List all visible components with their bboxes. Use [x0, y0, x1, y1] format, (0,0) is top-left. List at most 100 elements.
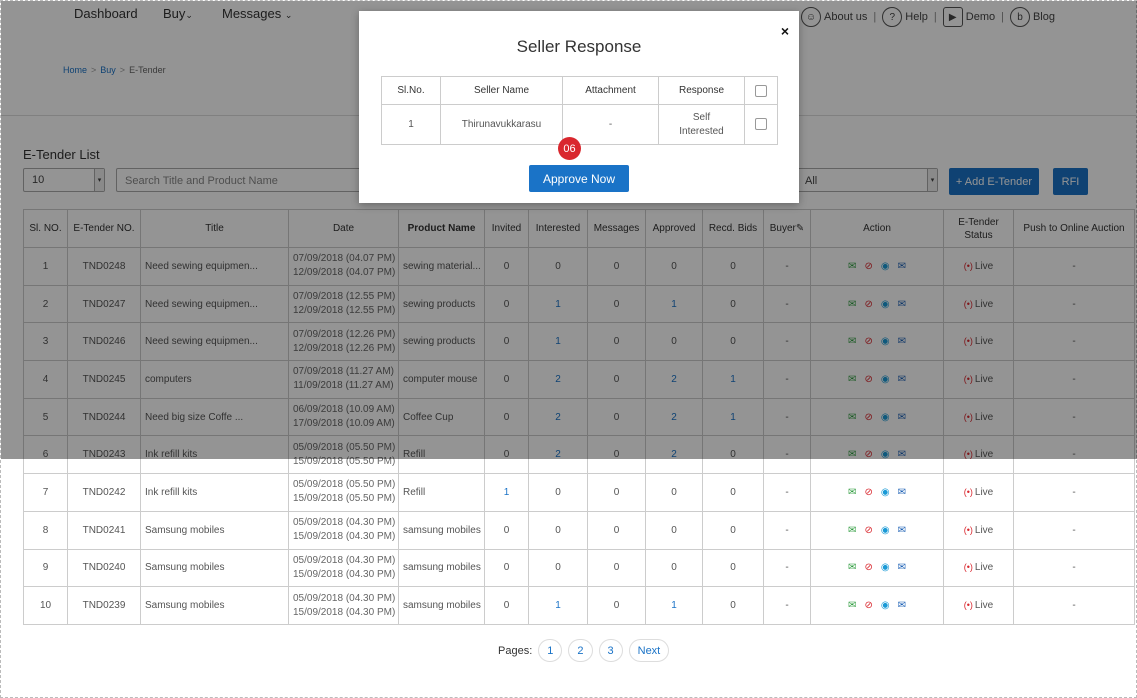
- row-actions: ✉ ⊘ ◉ ✉: [810, 548, 944, 588]
- row-slno: 7: [23, 473, 68, 512]
- row-status: (•) Live: [943, 586, 1014, 625]
- row-buyer: -: [763, 473, 811, 512]
- table-row[interactable]: 10 TND0239 Samsung mobiles 05/09/2018 (04.3…: [23, 586, 1135, 625]
- row-checkbox[interactable]: [755, 117, 767, 130]
- row-invited-count[interactable]: 1: [484, 473, 529, 512]
- pagination: Pages: 1 2 3 Next: [498, 639, 670, 662]
- row-invited-count: 0: [484, 548, 529, 588]
- row-push-auction: -: [1013, 473, 1135, 512]
- eye-icon[interactable]: ◉: [881, 600, 890, 611]
- page-1-button[interactable]: 1: [538, 639, 563, 662]
- cancel-icon[interactable]: ⊘: [864, 487, 872, 498]
- row-recd-count: 0: [702, 548, 764, 588]
- broadcast-icon: (•): [963, 600, 973, 611]
- seller-name: Thirunavukkarasu: [440, 104, 563, 145]
- row-status: (•) Live: [943, 510, 1014, 550]
- row-recd-count: 0: [702, 473, 764, 512]
- row-slno: 8: [23, 510, 68, 550]
- row-push-auction: -: [1013, 586, 1135, 625]
- select-all-checkbox[interactable]: [755, 84, 767, 97]
- table-row[interactable]: 8 TND0241 Samsung mobiles 05/09/2018 (04.30…: [23, 510, 1135, 550]
- row-title: Samsung mobiles: [140, 586, 289, 625]
- row-date: 05/09/2018 (05.50 PM) 15/09/2018 (05.50 P…: [288, 473, 399, 512]
- col-response: Response: [658, 76, 745, 105]
- row-messages-count: 0: [587, 510, 646, 550]
- seller-response-table: Sl.No. Seller Name Attachment Response 1…: [381, 76, 778, 145]
- row-buyer: -: [763, 510, 811, 550]
- status-badge: Live: [974, 562, 994, 574]
- row-status: (•) Live: [943, 548, 1014, 588]
- row-actions: ✉ ⊘ ◉ ✉: [810, 586, 944, 625]
- response-value: Self Interested: [658, 104, 745, 145]
- table-row[interactable]: 7 TND0242 Ink refill kits 05/09/2018 (05.50…: [23, 473, 1135, 512]
- row-start-date: 05/09/2018 (04.30 PM): [293, 592, 396, 604]
- seller-response-modal: Seller Response × Sl.No. Seller Name Att…: [359, 11, 799, 203]
- open-mail-icon[interactable]: ✉: [898, 562, 906, 573]
- page-3-button[interactable]: 3: [598, 639, 623, 662]
- status-badge: Live: [974, 524, 994, 536]
- row-invited-count: 0: [484, 510, 529, 550]
- open-mail-icon[interactable]: ✉: [898, 600, 906, 611]
- broadcast-icon: (•): [963, 486, 973, 497]
- row-messages-count: 0: [587, 473, 646, 512]
- row-select-cell: [744, 104, 778, 145]
- mail-icon[interactable]: ✉: [848, 600, 856, 611]
- cancel-icon[interactable]: ⊘: [864, 525, 872, 536]
- row-push-auction: -: [1013, 548, 1135, 588]
- cancel-icon[interactable]: ⊘: [864, 600, 872, 611]
- mail-icon[interactable]: ✉: [848, 525, 856, 536]
- table-row[interactable]: 9 TND0240 Samsung mobiles 05/09/2018 (04.30…: [23, 548, 1135, 588]
- open-mail-icon[interactable]: ✉: [898, 487, 906, 498]
- response-header-row: Sl.No. Seller Name Attachment Response: [381, 76, 778, 105]
- row-date: 05/09/2018 (04.30 PM) 15/09/2018 (04.30 P…: [288, 510, 399, 550]
- row-product-name: samsung mobiles: [398, 510, 485, 550]
- response-row: 1 Thirunavukkarasu - Self Interested: [381, 104, 778, 145]
- broadcast-icon: (•): [963, 562, 973, 573]
- row-product-name: samsung mobiles: [398, 586, 485, 625]
- modal-title: Seller Response: [516, 37, 642, 56]
- mail-icon[interactable]: ✉: [848, 487, 856, 498]
- row-approved-count: 0: [645, 510, 703, 550]
- row-interested-count[interactable]: 1: [528, 586, 588, 625]
- row-messages-count: 0: [587, 586, 646, 625]
- row-interested-count: 0: [528, 548, 588, 588]
- select-all-cell: [744, 76, 778, 105]
- mail-icon[interactable]: ✉: [848, 562, 856, 573]
- row-interested-count: 0: [528, 510, 588, 550]
- page-2-button[interactable]: 2: [568, 639, 593, 662]
- eye-icon[interactable]: ◉: [881, 562, 890, 573]
- row-product-name: Refill: [398, 473, 485, 512]
- broadcast-icon: (•): [963, 524, 973, 535]
- step-badge: 06: [558, 137, 581, 160]
- row-tender-no: TND0240: [67, 548, 141, 588]
- col-seller-name: Seller Name: [440, 76, 563, 105]
- row-title: Samsung mobiles: [140, 548, 289, 588]
- row-buyer: -: [763, 586, 811, 625]
- open-mail-icon[interactable]: ✉: [898, 525, 906, 536]
- row-end-date: 15/09/2018 (05.50 PM): [293, 493, 396, 505]
- row-invited-count: 0: [484, 586, 529, 625]
- approve-now-button[interactable]: Approve Now: [529, 165, 629, 192]
- row-start-date: 05/09/2018 (04.30 PM): [293, 554, 396, 566]
- attachment-value: -: [562, 104, 659, 145]
- response-line-2: Interested: [679, 125, 724, 137]
- row-end-date: 15/09/2018 (04.30 PM): [293, 606, 396, 618]
- row-slno: 10: [23, 586, 68, 625]
- row-actions: ✉ ⊘ ◉ ✉: [810, 473, 944, 512]
- cancel-icon[interactable]: ⊘: [864, 562, 872, 573]
- next-page-button[interactable]: Next: [628, 639, 670, 662]
- row-recd-count: 0: [702, 586, 764, 625]
- col-attachment: Attachment: [562, 76, 659, 105]
- response-slno: 1: [381, 104, 441, 145]
- status-badge: Live: [974, 600, 994, 612]
- pages-label: Pages:: [498, 644, 533, 657]
- row-actions: ✉ ⊘ ◉ ✉: [810, 510, 944, 550]
- row-approved-count[interactable]: 1: [645, 586, 703, 625]
- row-tender-no: TND0242: [67, 473, 141, 512]
- close-icon[interactable]: ×: [781, 23, 789, 39]
- eye-icon[interactable]: ◉: [881, 487, 890, 498]
- row-date: 05/09/2018 (04.30 PM) 15/09/2018 (04.30 P…: [288, 548, 399, 588]
- row-status: (•) Live: [943, 473, 1014, 512]
- row-tender-no: TND0239: [67, 586, 141, 625]
- eye-icon[interactable]: ◉: [881, 525, 890, 536]
